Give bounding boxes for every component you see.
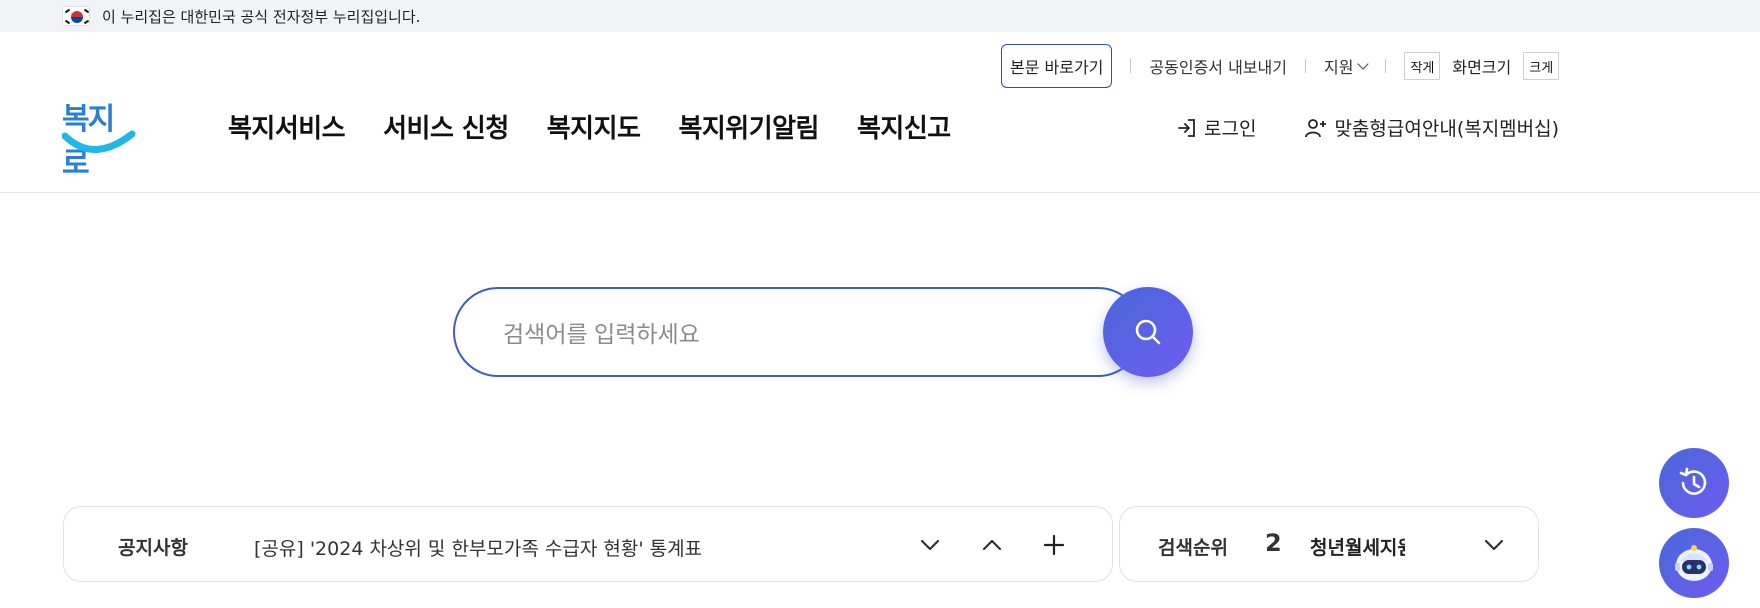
- notice-prev-button[interactable]: [976, 529, 1008, 561]
- support-dropdown[interactable]: 지원: [1323, 54, 1370, 78]
- screen-size-label: 화면크기: [1452, 58, 1512, 77]
- chevron-up-icon: [982, 539, 1002, 551]
- utility-bar: 본문 바로가기 공동인증서 내보내기 지원 작게 화면크기 크게: [1001, 44, 1560, 88]
- divider: [1385, 59, 1387, 73]
- support-label: 지원: [1323, 58, 1354, 77]
- search-button[interactable]: [1103, 287, 1193, 377]
- main-nav: 복지서비스 서비스 신청 복지지도 복지위기알림 복지신고: [228, 108, 951, 145]
- recent-history-button[interactable]: [1659, 448, 1729, 518]
- cert-export-link[interactable]: 공동인증서 내보내기: [1149, 54, 1287, 78]
- chatbot-robot-icon: [1675, 545, 1713, 581]
- gov-banner: 이 누리집은 대한민국 공식 전자정부 누리집입니다.: [0, 0, 1760, 32]
- notice-more-button[interactable]: [1038, 529, 1070, 561]
- logo-smile-icon: [62, 130, 136, 153]
- login-label: 로그인: [1204, 118, 1257, 140]
- ranking-label: 검색순위: [1158, 537, 1228, 559]
- search-ranking-bar: 검색순위 2 청년월세지원: [1119, 506, 1539, 582]
- user-plus-icon: [1305, 118, 1327, 137]
- nav-welfare-report[interactable]: 복지신고: [857, 108, 951, 145]
- notice-label: 공지사항: [118, 537, 188, 559]
- ranking-number: 2: [1265, 529, 1282, 557]
- chevron-down-icon: [920, 539, 940, 551]
- chevron-down-icon: [1484, 539, 1504, 551]
- notice-item[interactable]: [공유] '2024 차상위 및 한부모가족 수급자 현황' 통계표: [254, 534, 702, 561]
- search-area: [453, 287, 1193, 377]
- bokjiro-logo[interactable]: 복지로: [62, 90, 136, 190]
- chatbot-button[interactable]: [1659, 528, 1729, 598]
- nav-crisis-alert[interactable]: 복지위기알림: [678, 108, 819, 145]
- login-arrow-icon: [1178, 118, 1195, 137]
- membership-link[interactable]: 맞춤형급여안내(복지멤버십): [1304, 114, 1559, 141]
- notice-bar: 공지사항 [공유] '2024 차상위 및 한부모가족 수급자 현황' 통계표: [63, 506, 1113, 582]
- membership-label: 맞춤형급여안내(복지멤버십): [1334, 118, 1560, 140]
- nav-service-apply[interactable]: 서비스 신청: [383, 108, 509, 145]
- font-smaller-button[interactable]: 작게: [1404, 52, 1441, 80]
- divider: [1130, 59, 1132, 73]
- user-links: 로그인 맞춤형급여안내(복지멤버십): [1176, 114, 1559, 141]
- divider: [1304, 59, 1306, 73]
- ranking-term[interactable]: 청년월세지원: [1310, 533, 1405, 560]
- nav-welfare-map[interactable]: 복지지도: [547, 108, 641, 145]
- plus-icon: [1043, 534, 1065, 556]
- gov-banner-text: 이 누리집은 대한민국 공식 전자정부 누리집입니다.: [102, 7, 421, 26]
- history-clock-icon: [1679, 467, 1707, 495]
- login-link[interactable]: 로그인: [1176, 114, 1256, 141]
- site-header: 복지로 본문 바로가기 공동인증서 내보내기 지원 작게 화면크기 크게 복지서…: [0, 32, 1760, 193]
- korea-flag-icon: [62, 6, 90, 26]
- ranking-expand-button[interactable]: [1478, 529, 1510, 561]
- chevron-down-icon: [1357, 58, 1370, 70]
- notice-next-button[interactable]: [914, 529, 946, 561]
- search-input[interactable]: [503, 313, 1063, 355]
- search-icon: [1135, 319, 1161, 345]
- search-box: [453, 287, 1143, 377]
- skip-to-content-button[interactable]: 본문 바로가기: [1001, 44, 1113, 88]
- font-bigger-button[interactable]: 크게: [1523, 52, 1560, 80]
- nav-welfare-services[interactable]: 복지서비스: [228, 108, 346, 145]
